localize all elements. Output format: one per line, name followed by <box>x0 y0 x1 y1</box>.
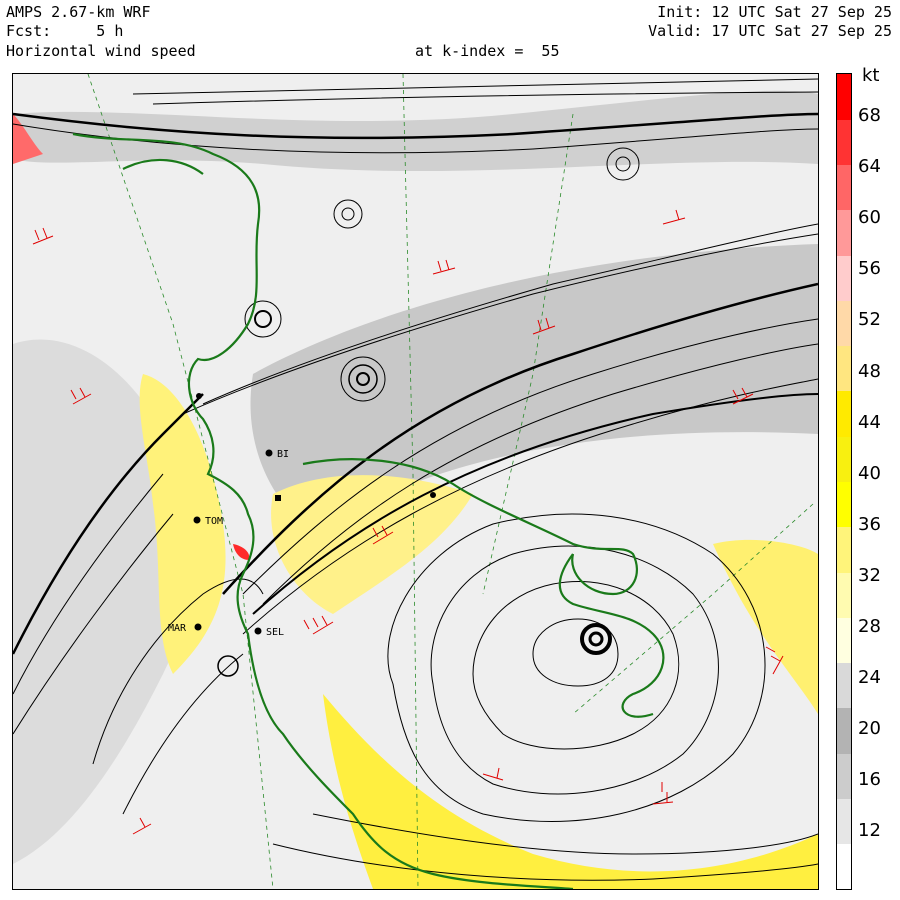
colorbar-segment <box>837 617 851 664</box>
colorbar <box>836 73 852 890</box>
colorbar-tick-label: 60 <box>858 207 881 229</box>
colorbar-segment <box>837 255 851 301</box>
model-title: AMPS 2.67-km WRF <box>6 3 151 21</box>
colorbar-tick-label: 12 <box>858 820 881 842</box>
colorbar-segment <box>837 481 851 528</box>
station-marker-bi <box>265 449 273 457</box>
colorbar-segment <box>837 345 851 392</box>
colorbar-segment <box>837 209 851 256</box>
colorbar-segment <box>837 662 851 709</box>
valid-time: Valid: 17 UTC Sat 27 Sep 25 <box>648 22 892 40</box>
field-name: Horizontal wind speed <box>6 42 196 60</box>
colorbar-tick-label: 40 <box>858 462 881 484</box>
colorbar-segment <box>837 798 851 845</box>
level-index: at k-index = 55 <box>415 42 560 60</box>
colorbar-segment <box>837 436 851 482</box>
station-label-bi: BI <box>277 449 289 460</box>
colorbar-tick-label: 64 <box>858 156 881 178</box>
wind-map-canvas: BI TOM MAR SEL <box>13 74 818 889</box>
station-marker-sel <box>254 627 262 635</box>
init-time: Init: 12 UTC Sat 27 Sep 25 <box>657 3 892 21</box>
colorbar-segment <box>837 164 851 211</box>
colorbar-segment <box>837 526 851 573</box>
forecast-hour: Fcst: 5 h <box>6 22 124 40</box>
station-label-sel: SEL <box>266 627 284 638</box>
colorbar-segment <box>837 707 851 754</box>
wind-map: BI TOM MAR SEL <box>12 73 819 890</box>
colorbar-segment <box>837 119 851 166</box>
colorbar-tick-label: 28 <box>858 616 881 637</box>
station-marker-square <box>275 495 281 501</box>
station-marker-tom <box>193 516 201 524</box>
colorbar-tick-label: 32 <box>858 564 881 586</box>
colorbar-tick-label: 68 <box>858 105 881 126</box>
station-marker-east <box>430 492 436 498</box>
colorbar-tick-label: 24 <box>858 667 881 689</box>
colorbar-segment <box>837 753 851 799</box>
colorbar-segment <box>837 74 851 120</box>
colorbar-segment <box>837 390 851 437</box>
colorbar-tick-label: 36 <box>858 513 881 535</box>
colorbar-segment <box>837 843 851 890</box>
colorbar-tick-label: 48 <box>858 360 881 382</box>
station-marker-inland <box>196 393 202 399</box>
station-marker-mar <box>194 623 202 631</box>
colorbar-tick-label: 56 <box>858 258 881 280</box>
colorbar-tick-label: 52 <box>858 309 881 331</box>
station-label-mar: MAR <box>168 623 187 634</box>
station-label-tom: TOM <box>205 516 223 527</box>
colorbar-segment <box>837 572 851 618</box>
colorbar-segment <box>837 300 851 347</box>
colorbar-unit: kt <box>862 65 880 86</box>
colorbar-tick-label: 20 <box>858 718 881 740</box>
colorbar-tick-label: 16 <box>858 769 881 791</box>
colorbar-tick-label: 44 <box>858 411 881 433</box>
